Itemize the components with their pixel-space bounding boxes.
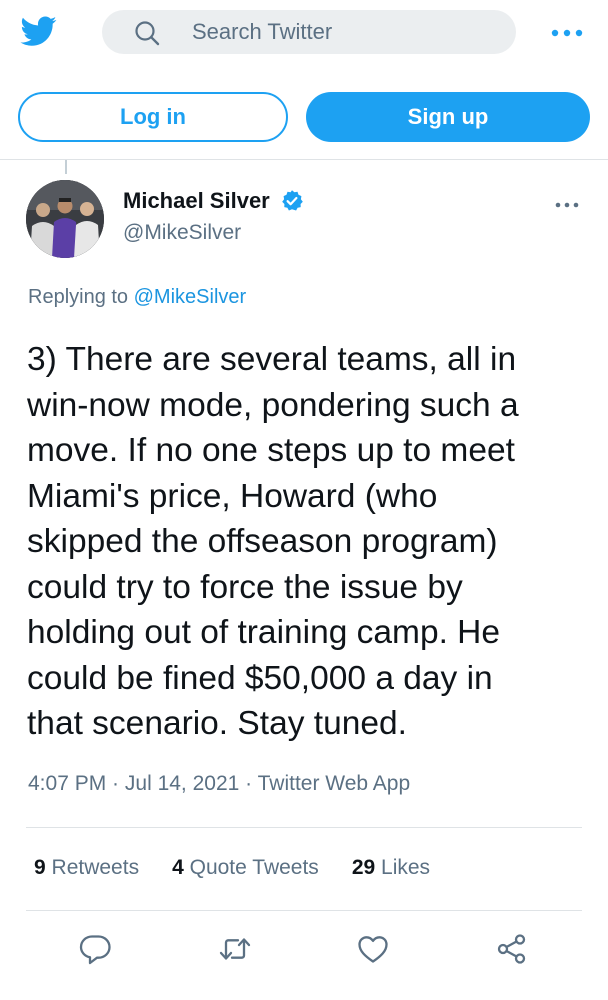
- quote-tweets-stat[interactable]: 4 Quote Tweets: [172, 856, 319, 880]
- search-icon: [134, 20, 160, 46]
- retweets-count: 9: [34, 856, 46, 879]
- quotes-count: 4: [172, 856, 184, 879]
- search-input[interactable]: Search Twitter: [102, 10, 516, 54]
- tweet-date[interactable]: Jul 14, 2021: [125, 772, 239, 795]
- tweet-time[interactable]: 4:07 PM: [28, 772, 106, 795]
- tweet-source[interactable]: Twitter Web App: [258, 772, 411, 795]
- replying-prefix: Replying to: [28, 286, 134, 308]
- replying-to: Replying to @MikeSilver: [28, 286, 246, 309]
- likes-label: Likes: [381, 856, 431, 879]
- twitter-bird-icon[interactable]: [18, 13, 60, 49]
- divider: [26, 910, 582, 911]
- verified-badge-icon: [280, 189, 304, 213]
- likes-count: 29: [351, 856, 376, 879]
- meta-separator: ·: [106, 772, 125, 795]
- avatar[interactable]: [26, 180, 104, 258]
- retweets-label: Retweets: [51, 856, 140, 879]
- search-placeholder: Search Twitter: [192, 19, 333, 44]
- retweets-stat[interactable]: 9 Retweets: [34, 856, 139, 880]
- author-handle[interactable]: @MikeSilver: [123, 221, 241, 245]
- tweet-stats: 9 Retweets 4 Quote Tweets 29 Likes: [34, 856, 463, 880]
- share-icon[interactable]: [495, 932, 529, 966]
- quotes-label: Quote Tweets: [189, 856, 319, 879]
- more-horizontal-icon[interactable]: [554, 197, 580, 208]
- more-horizontal-icon[interactable]: [550, 26, 584, 38]
- login-button[interactable]: Log in: [18, 92, 288, 142]
- reply-icon[interactable]: [78, 932, 112, 966]
- retweet-icon[interactable]: [218, 932, 252, 966]
- likes-stat[interactable]: 29 Likes: [352, 856, 430, 880]
- replying-mention-link[interactable]: @MikeSilver: [134, 286, 247, 308]
- author-name[interactable]: Michael Silver: [123, 188, 270, 214]
- top-bar: Search Twitter: [0, 0, 608, 66]
- tweet-meta: 4:07 PM · Jul 14, 2021 · Twitter Web App: [28, 772, 410, 796]
- signup-button[interactable]: Sign up: [306, 92, 590, 142]
- tweet-text: 3) There are several teams, all in win-n…: [27, 341, 519, 742]
- like-icon[interactable]: [356, 932, 390, 966]
- meta-separator: ·: [239, 772, 258, 795]
- auth-bar: Log in Sign up: [0, 66, 608, 160]
- divider: [26, 827, 582, 828]
- thread-connector-line: [65, 160, 67, 174]
